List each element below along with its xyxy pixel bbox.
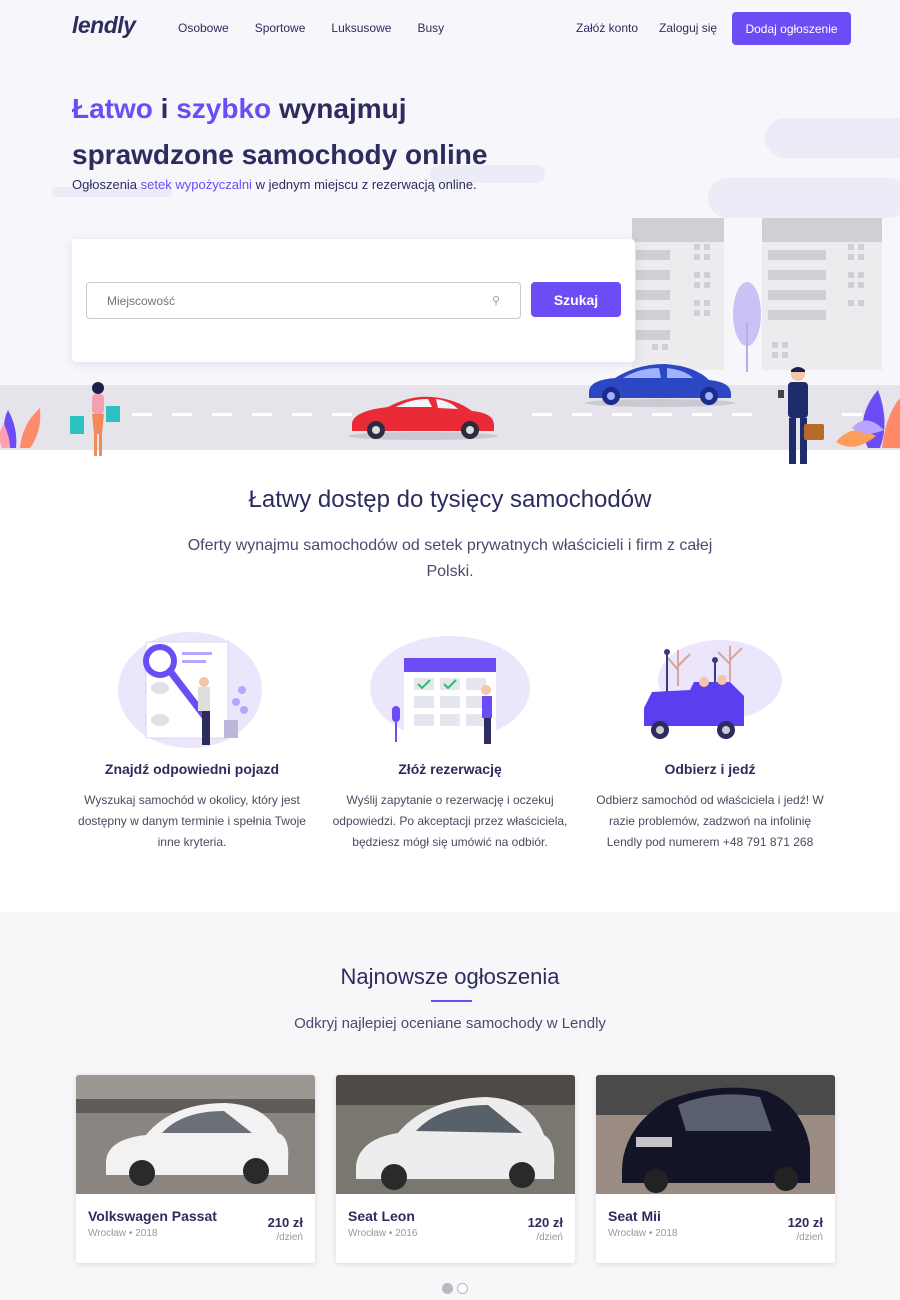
feature-pickup: Odbierz i jedź Odbierz samochód od właśc…	[590, 630, 830, 849]
category-nav: Osobowe Sportowe Luksusowe Busy	[178, 21, 444, 35]
feature-title: Odbierz i jedź	[664, 761, 756, 777]
title-underline	[431, 1000, 472, 1002]
car-name: Seat Mii	[608, 1208, 661, 1224]
nav-link-busy[interactable]: Busy	[417, 21, 444, 35]
nav-link-sportowe[interactable]: Sportowe	[255, 21, 306, 35]
hero-title: Łatwo i szybko wynajmuj sprawdzone samoc…	[72, 86, 572, 178]
hero-subtitle-link[interactable]: setek wypożyczalni	[141, 177, 252, 192]
feature-text: Wyślij zapytanie o rezerwację i oczekuj …	[332, 793, 568, 849]
car-photo	[76, 1075, 315, 1194]
hero-title-line2: sprawdzone samochody online	[72, 139, 488, 170]
lendly-logo[interactable]: lendly	[72, 12, 136, 39]
calendar-illustration	[330, 630, 570, 755]
listings-title: Najnowsze ogłoszenia	[340, 964, 560, 989]
login-link[interactable]: Zaloguj się	[659, 21, 717, 35]
feature-text: Wyszukaj samochód w okolicy, który jest …	[78, 793, 306, 849]
car-card-seat-mii[interactable]: Seat Mii Wrocław • 2018 120 zł /dzień	[596, 1075, 835, 1263]
feature-title: Znajdź odpowiedni pojazd	[104, 761, 280, 777]
tree-illustration	[733, 282, 761, 372]
feature-text: Odbierz samochód od właściciela i jedź! …	[596, 793, 824, 849]
car-price: 120 zł	[527, 1215, 563, 1230]
add-listing-button[interactable]: Dodaj ogłoszenie	[732, 12, 851, 45]
access-section-title: Łatwy dostęp do tysięcy samochodów	[248, 486, 652, 513]
car-photo	[596, 1075, 835, 1194]
woman-shopping-illustration	[70, 382, 120, 456]
car-location-year: Wrocław • 2018	[608, 1228, 678, 1239]
price-unit: /dzień	[276, 1232, 303, 1243]
building-illustration	[762, 218, 882, 370]
hero-title-word2: szybko	[176, 93, 272, 124]
car-card-volkswagen-passat[interactable]: Volkswagen Passat Wrocław • 2018 210 zł …	[76, 1075, 315, 1263]
car-photo	[336, 1075, 575, 1194]
feature-reservation: Złóż rezerwację Wyślij zapytanie o rezer…	[330, 630, 570, 849]
search-magnifier-illustration	[72, 630, 312, 755]
leaves-decoration	[0, 408, 41, 448]
location-search-input[interactable]	[86, 282, 521, 319]
feature-title: Złóż rezerwację	[398, 761, 502, 777]
carousel-dot-1[interactable]	[442, 1283, 453, 1294]
map-pin-icon: ⚲	[492, 295, 501, 307]
listings-subtitle: Odkryj najlepiej oceniane samochody w Le…	[294, 1015, 606, 1032]
price-unit: /dzień	[536, 1232, 563, 1243]
hero-title-word1: Łatwo	[72, 93, 153, 124]
building-illustration	[632, 218, 724, 370]
hero-title-conj: i	[160, 93, 169, 124]
price-unit: /dzień	[796, 1232, 823, 1243]
car-location-year: Wrocław • 2018	[88, 1228, 158, 1239]
hero-title-rest: wynajmuj	[278, 93, 407, 124]
hero-subtitle: Ogłoszenia setek wypożyczalni w jednym m…	[72, 177, 477, 192]
hero-section	[0, 0, 900, 450]
leaves-decoration	[836, 390, 900, 448]
car-name: Volkswagen Passat	[88, 1208, 217, 1224]
blue-car-illustration	[585, 364, 735, 407]
nav-link-luksusowe[interactable]: Luksusowe	[331, 21, 391, 35]
car-name: Seat Leon	[348, 1208, 415, 1224]
car-price: 210 zł	[267, 1215, 303, 1230]
car-price: 120 zł	[787, 1215, 823, 1230]
top-navbar: lendly Osobowe Sportowe Luksusowe Busy Z…	[0, 0, 900, 58]
cloud-decoration	[708, 178, 900, 218]
account-nav: Załóż konto Zaloguj się	[576, 21, 717, 35]
car-card-seat-leon[interactable]: Seat Leon Wrocław • 2016 120 zł /dzień	[336, 1075, 575, 1263]
car-location-year: Wrocław • 2016	[348, 1228, 418, 1239]
register-link[interactable]: Załóż konto	[576, 21, 638, 35]
hero-subtitle-post: w jednym miejscu z rezerwacją online.	[255, 177, 477, 192]
search-card: ⚲ Szukaj	[72, 239, 635, 362]
businessman-illustration	[778, 367, 824, 464]
carousel-dot-2[interactable]	[457, 1283, 468, 1294]
access-section-subtitle: Oferty wynajmu samochodów od setek prywa…	[187, 537, 713, 580]
red-car-illustration	[348, 396, 498, 440]
search-button[interactable]: Szukaj	[531, 282, 621, 317]
feature-find-vehicle: Znajdź odpowiedni pojazd Wyszukaj samoch…	[72, 630, 312, 849]
jeep-illustration	[590, 630, 830, 755]
hero-subtitle-pre: Ogłoszenia	[72, 177, 138, 192]
cloud-decoration	[765, 118, 900, 158]
nav-link-osobowe[interactable]: Osobowe	[178, 21, 229, 35]
